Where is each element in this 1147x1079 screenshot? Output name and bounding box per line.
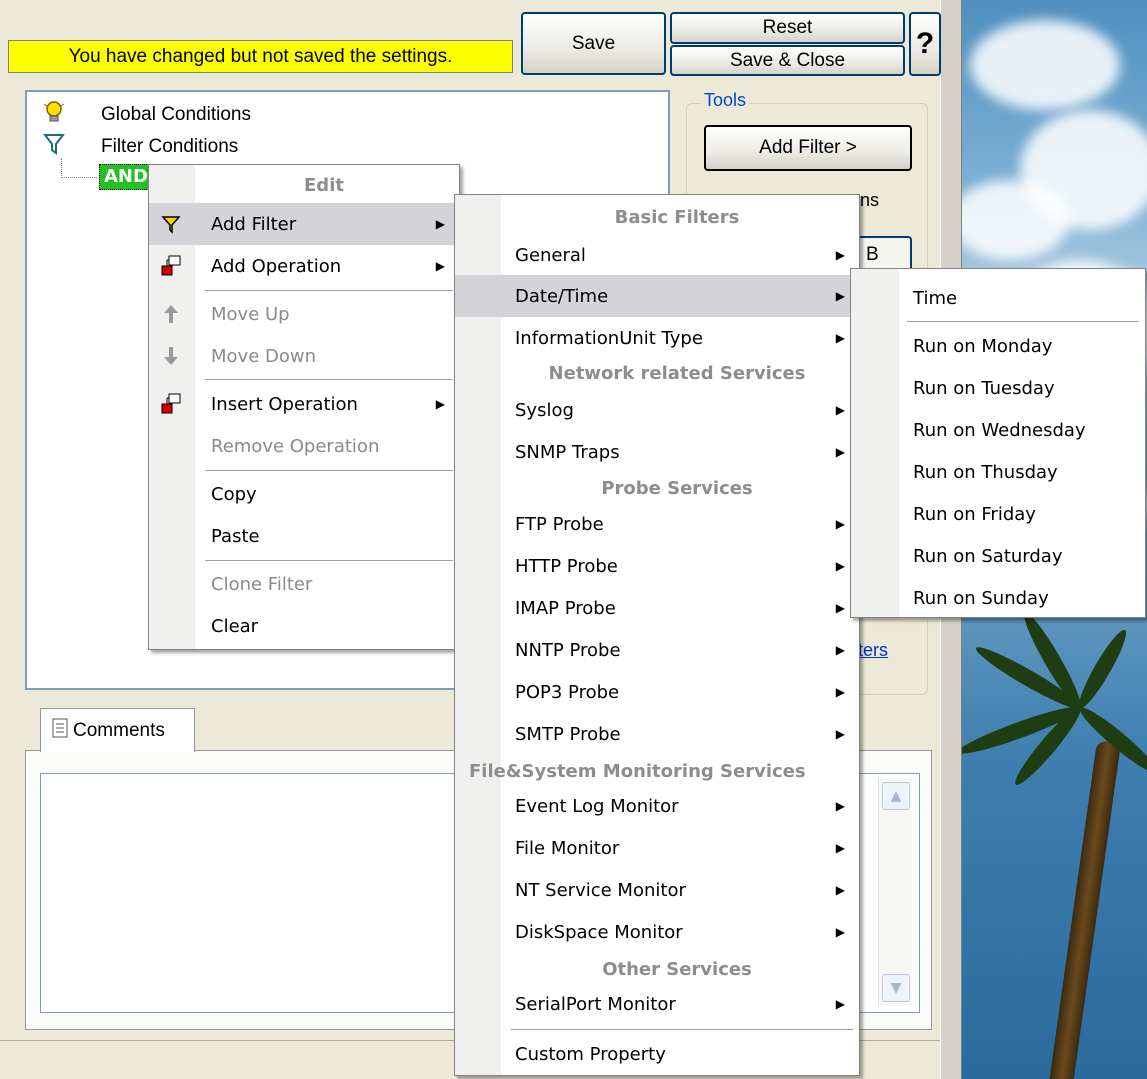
submenu-arrow-icon: ▶ bbox=[835, 248, 845, 262]
operation-icon bbox=[160, 393, 182, 415]
submenu-arrow-icon: ▶ bbox=[435, 259, 445, 273]
menu-item-custom-property[interactable]: Custom Property bbox=[455, 1033, 859, 1075]
arrow-up-icon bbox=[160, 303, 182, 325]
tab-comments[interactable]: Comments bbox=[40, 708, 195, 752]
submenu-arrow-icon: ▶ bbox=[835, 601, 845, 615]
tab-label: Comments bbox=[73, 719, 165, 741]
submenu-arrow-icon: ▶ bbox=[435, 397, 445, 411]
scroll-up-button[interactable]: ▲ bbox=[882, 782, 910, 810]
menu-item-add-operation[interactable]: Add Operation ▶ bbox=[149, 245, 459, 287]
tree-item-label: Global Conditions bbox=[101, 104, 251, 125]
menu-item-file-monitor[interactable]: File Monitor ▶ bbox=[455, 827, 859, 869]
menu-item-event-log-monitor[interactable]: Event Log Monitor ▶ bbox=[455, 785, 859, 827]
menu-item-imap-probe[interactable]: IMAP Probe ▶ bbox=[455, 587, 859, 629]
menu-item-snmp-traps[interactable]: SNMP Traps ▶ bbox=[455, 431, 859, 473]
menu-item-add-filter[interactable]: Add Filter ▶ bbox=[149, 203, 459, 245]
menu-item-clone-filter[interactable]: Clone Filter bbox=[149, 563, 459, 605]
help-button[interactable]: ? bbox=[909, 12, 941, 76]
submenu-arrow-icon: ▶ bbox=[835, 445, 845, 459]
lightbulb-icon bbox=[43, 100, 71, 130]
submenu-arrow-icon: ▶ bbox=[835, 289, 845, 303]
menu-item-ftp-probe[interactable]: FTP Probe ▶ bbox=[455, 503, 859, 545]
partial-tool-label: ns bbox=[860, 190, 880, 210]
menu-item-http-probe[interactable]: HTTP Probe ▶ bbox=[455, 545, 859, 587]
menu-item-run-on-monday[interactable]: Run on Monday bbox=[851, 325, 1145, 367]
menu-item-copy[interactable]: Copy bbox=[149, 473, 459, 515]
menu-item-general[interactable]: General ▶ bbox=[455, 235, 859, 275]
tools-legend: Tools bbox=[701, 90, 750, 111]
menu-header-probe-services: Probe Services bbox=[601, 478, 753, 499]
reset-button[interactable]: Reset bbox=[670, 12, 905, 44]
menu-item-serialport-monitor[interactable]: SerialPort Monitor ▶ bbox=[455, 983, 859, 1025]
edit-menu-header: Edit bbox=[304, 175, 344, 196]
date-time-submenu: Time Run on Monday Run on Tuesday Run on… bbox=[850, 268, 1146, 618]
submenu-arrow-icon: ▶ bbox=[835, 331, 845, 345]
menu-item-date-time[interactable]: Date/Time ▶ bbox=[455, 275, 859, 317]
menu-item-informationunit-type[interactable]: InformationUnit Type ▶ bbox=[455, 317, 859, 359]
arrow-down-icon bbox=[160, 345, 182, 367]
menu-item-syslog[interactable]: Syslog ▶ bbox=[455, 389, 859, 431]
menu-item-move-down[interactable]: Move Down bbox=[149, 335, 459, 377]
partial-tool-link[interactable]: ters bbox=[858, 640, 888, 661]
menu-item-remove-operation[interactable]: Remove Operation bbox=[149, 425, 459, 467]
submenu-arrow-icon: ▶ bbox=[835, 517, 845, 531]
menu-item-insert-operation[interactable]: Insert Operation ▶ bbox=[149, 383, 459, 425]
menu-item-pop3-probe[interactable]: POP3 Probe ▶ bbox=[455, 671, 859, 713]
menu-header-network-services: Network related Services bbox=[548, 363, 806, 384]
submenu-arrow-icon: ▶ bbox=[835, 643, 845, 657]
menu-header-basic-filters: Basic Filters bbox=[614, 207, 740, 228]
menu-item-move-up[interactable]: Move Up bbox=[149, 293, 459, 335]
scroll-down-button[interactable]: ▼ bbox=[882, 974, 910, 1002]
save-and-close-button[interactable]: Save & Close bbox=[670, 45, 905, 76]
submenu-arrow-icon: ▶ bbox=[835, 727, 845, 741]
operation-icon bbox=[160, 255, 182, 277]
add-filter-submenu: Basic Filters General ▶ Date/Time ▶ Inform… bbox=[454, 194, 860, 1076]
menu-header-file-system-services: File&System Monitoring Services bbox=[469, 761, 806, 782]
submenu-arrow-icon: ▶ bbox=[835, 403, 845, 417]
unsaved-changes-banner: You have changed but not saved the setti… bbox=[8, 40, 513, 73]
menu-item-run-on-wednesday[interactable]: Run on Wednesday bbox=[851, 409, 1145, 451]
menu-item-run-on-saturday[interactable]: Run on Saturday bbox=[851, 535, 1145, 577]
menu-item-run-on-tuesday[interactable]: Run on Tuesday bbox=[851, 367, 1145, 409]
submenu-arrow-icon: ▶ bbox=[835, 559, 845, 573]
document-icon bbox=[51, 718, 69, 744]
menu-item-smtp-probe[interactable]: SMTP Probe ▶ bbox=[455, 713, 859, 755]
tree-item-label: Filter Conditions bbox=[101, 136, 239, 157]
save-button[interactable]: Save bbox=[521, 12, 666, 75]
submenu-arrow-icon: ▶ bbox=[835, 685, 845, 699]
comments-scrollbar[interactable]: ▲ ▼ bbox=[878, 778, 912, 1006]
submenu-arrow-icon: ▶ bbox=[835, 841, 845, 855]
submenu-arrow-icon: ▶ bbox=[835, 997, 845, 1011]
and-operation-node[interactable]: AND bbox=[99, 164, 153, 190]
edit-context-menu: Edit Add Filter ▶ Add Operation ▶ Move U… bbox=[148, 164, 460, 650]
tree-item-global-conditions[interactable]: Global Conditions bbox=[43, 100, 251, 130]
submenu-arrow-icon: ▶ bbox=[835, 883, 845, 897]
menu-item-nntp-probe[interactable]: NNTP Probe ▶ bbox=[455, 629, 859, 671]
menu-item-time[interactable]: Time bbox=[851, 277, 1145, 319]
filter-icon bbox=[160, 213, 182, 235]
menu-item-diskspace-monitor[interactable]: DiskSpace Monitor ▶ bbox=[455, 911, 859, 953]
submenu-arrow-icon: ▶ bbox=[435, 217, 445, 231]
add-filter-tool-button[interactable]: Add Filter > bbox=[704, 125, 912, 171]
partial-tool-button[interactable]: B bbox=[856, 236, 912, 272]
menu-item-run-on-thursday[interactable]: Run on Thusday bbox=[851, 451, 1145, 493]
menu-item-nt-service-monitor[interactable]: NT Service Monitor ▶ bbox=[455, 869, 859, 911]
menu-item-run-on-sunday[interactable]: Run on Sunday bbox=[851, 577, 1145, 619]
menu-item-run-on-friday[interactable]: Run on Friday bbox=[851, 493, 1145, 535]
submenu-arrow-icon: ▶ bbox=[835, 925, 845, 939]
tree-connector bbox=[61, 158, 97, 178]
menu-item-paste[interactable]: Paste bbox=[149, 515, 459, 557]
menu-header-other-services: Other Services bbox=[602, 959, 752, 980]
submenu-arrow-icon: ▶ bbox=[835, 799, 845, 813]
menu-item-clear[interactable]: Clear bbox=[149, 605, 459, 647]
